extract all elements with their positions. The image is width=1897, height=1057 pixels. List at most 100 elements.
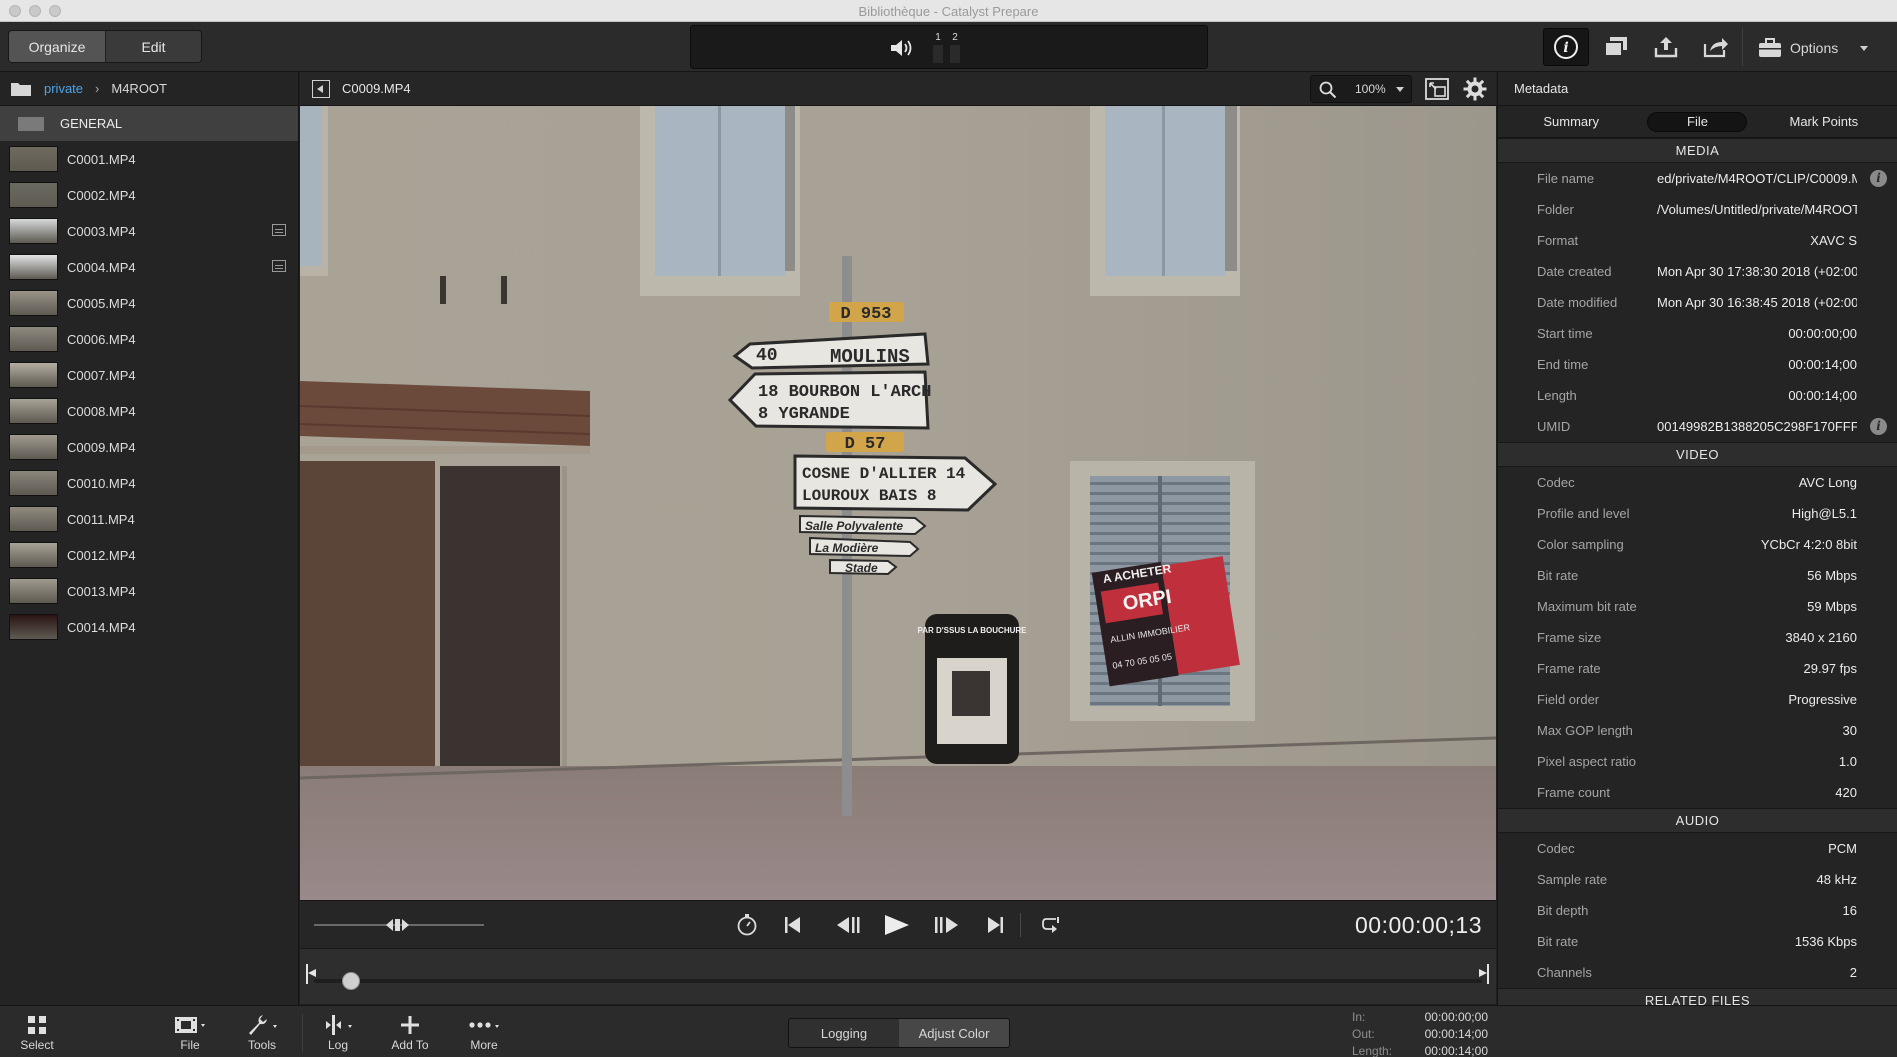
gear-icon[interactable] <box>1463 77 1487 101</box>
metadata-key: Channels <box>1537 965 1592 980</box>
organize-mode-button[interactable]: Organize <box>9 31 105 62</box>
clip-thumbnail <box>9 434 58 460</box>
metadata-value: ed/private/M4ROOT/CLIP/C0009.MP4 <box>1657 171 1857 186</box>
video-frame[interactable]: A ACHETER ORPI ALLIN IMMOBILIER 04 70 05… <box>300 106 1496 900</box>
loop-icon[interactable] <box>1040 915 1062 935</box>
fit-frame-icon[interactable] <box>1425 78 1449 100</box>
info-icon[interactable]: i <box>1870 170 1887 187</box>
info-icon[interactable]: i <box>1870 418 1887 435</box>
tab-mark-points[interactable]: Mark Points <box>1774 112 1874 132</box>
edit-mode-button[interactable]: Edit <box>105 31 201 62</box>
breadcrumb-private[interactable]: private <box>44 81 83 96</box>
share-button[interactable] <box>1693 28 1739 66</box>
metadata-key: Maximum bit rate <box>1537 599 1637 614</box>
jog-shuttle-slider[interactable] <box>314 917 484 933</box>
clip-name: C0014.MP4 <box>67 619 136 635</box>
metadata-key: UMID <box>1537 419 1571 434</box>
metadata-key: Date created <box>1537 264 1612 279</box>
list-item[interactable]: C0001.MP4 <box>0 141 298 177</box>
go-to-end-icon[interactable] <box>985 915 1005 935</box>
clip-thumbnail <box>9 146 58 172</box>
tools-label: Tools <box>247 1038 276 1052</box>
metadata-key: Bit rate <box>1537 934 1579 949</box>
tools-button[interactable]: Tools <box>232 1012 292 1056</box>
list-item[interactable]: C0010.MP4 <box>0 465 298 501</box>
clip-name: C0012.MP4 <box>67 547 136 563</box>
list-item[interactable]: C0014.MP4 <box>0 609 298 645</box>
step-forward-icon[interactable] <box>932 915 960 935</box>
metadata-value: 00149982B1388205C298F170FFFE8CB800 <box>1657 419 1857 434</box>
list-item[interactable]: C0013.MP4 <box>0 573 298 609</box>
go-to-start-icon[interactable] <box>783 915 803 935</box>
step-back-icon[interactable] <box>835 915 863 935</box>
list-item[interactable]: C0009.MP4 <box>0 429 298 465</box>
metadata-row: Max GOP length 30 <box>1498 715 1897 746</box>
window-title: Bibliothèque - Catalyst Prepare <box>858 4 1039 19</box>
metadata-row: Date created Mon Apr 30 17:38:30 2018 (+0… <box>1498 256 1897 287</box>
list-item[interactable]: C0005.MP4 <box>0 285 298 321</box>
metadata-value: Progressive <box>1788 692 1857 707</box>
tab-adjust-color[interactable]: Adjust Color <box>899 1019 1009 1047</box>
file-button[interactable]: File <box>160 1012 220 1056</box>
length-label: Length: <box>1352 1044 1393 1057</box>
metadata-key: Field order <box>1537 692 1600 707</box>
clip-thumbnail <box>9 578 58 604</box>
metadata-row: Field order Progressive <box>1498 684 1897 715</box>
in-label: In: <box>1352 1010 1366 1024</box>
file-list: C0001.MP4 C0002.MP4 C0003.MP4 C0004.MP4 C000… <box>0 141 298 645</box>
play-icon[interactable] <box>882 913 912 937</box>
list-item[interactable]: C0012.MP4 <box>0 537 298 573</box>
sign-moulins-dest: MOULINS <box>830 346 910 368</box>
metadata-key: Date modified <box>1537 295 1618 310</box>
clip-thumbnail <box>9 326 58 352</box>
add-to-button[interactable]: Add To <box>380 1012 440 1056</box>
list-item[interactable]: C0011.MP4 <box>0 501 298 537</box>
select-label: Select <box>20 1038 54 1052</box>
metadata-row: Sample rate 48 kHz <box>1498 864 1897 895</box>
metadata-value: 29.97 fps <box>1803 661 1858 676</box>
more-button[interactable]: More <box>454 1012 514 1056</box>
tab-logging[interactable]: Logging <box>789 1019 899 1047</box>
zoom-select[interactable]: 100% <box>1310 75 1412 103</box>
sign-route-d953: D 953 <box>840 305 891 324</box>
list-item[interactable]: C0004.MP4 <box>0 249 298 285</box>
metadata-key: File name <box>1537 171 1595 186</box>
metadata-value: 16 <box>1842 903 1857 918</box>
metadata-key: Codec <box>1537 841 1575 856</box>
panel-toggle-icon[interactable] <box>312 80 330 98</box>
length-value: 00:00:14;00 <box>1424 1044 1488 1057</box>
metadata-key: Length <box>1537 388 1577 403</box>
list-item[interactable]: C0008.MP4 <box>0 393 298 429</box>
metadata-row: Codec PCM <box>1498 833 1897 864</box>
metadata-row: Frame rate 29.97 fps <box>1498 653 1897 684</box>
clip-thumbnail <box>9 506 58 532</box>
breadcrumb-current[interactable]: M4ROOT <box>111 81 167 96</box>
list-item[interactable]: C0002.MP4 <box>0 177 298 213</box>
multi-window-button[interactable] <box>1593 28 1639 66</box>
options-menu[interactable]: Options <box>1758 36 1869 60</box>
playhead-knob[interactable] <box>342 972 360 990</box>
loop-timer-icon[interactable] <box>735 913 759 937</box>
metadata-key: Bit depth <box>1537 903 1589 918</box>
clip-name: C0009.MP4 <box>67 439 136 455</box>
group-general[interactable]: GENERAL <box>0 106 298 141</box>
speaker-icon[interactable] <box>889 38 915 58</box>
timeline-scrubber[interactable] <box>300 948 1496 1004</box>
clip-thumbnail <box>9 182 58 208</box>
select-button[interactable]: Select <box>7 1012 67 1056</box>
clip-name: C0010.MP4 <box>67 475 136 491</box>
metadata-value: 00:00:00;00 <box>1788 326 1857 341</box>
upload-button[interactable] <box>1643 28 1689 66</box>
list-item[interactable]: C0007.MP4 <box>0 357 298 393</box>
timeline-track[interactable] <box>314 979 1482 983</box>
log-button[interactable]: Log <box>308 1012 368 1056</box>
list-item[interactable]: C0003.MP4 <box>0 213 298 249</box>
metadata-value: 1536 Kbps <box>1794 934 1857 949</box>
wrench-icon <box>249 1015 277 1035</box>
metadata-row: Folder/Volumes/Untitled/private/M4ROOT/C… <box>1498 194 1897 225</box>
tab-file[interactable]: File <box>1647 111 1748 132</box>
tab-summary[interactable]: Summary <box>1521 112 1621 132</box>
list-item[interactable]: C0006.MP4 <box>0 321 298 357</box>
info-button[interactable]: i <box>1543 28 1589 66</box>
mode-switcher: Organize Edit <box>8 30 202 63</box>
